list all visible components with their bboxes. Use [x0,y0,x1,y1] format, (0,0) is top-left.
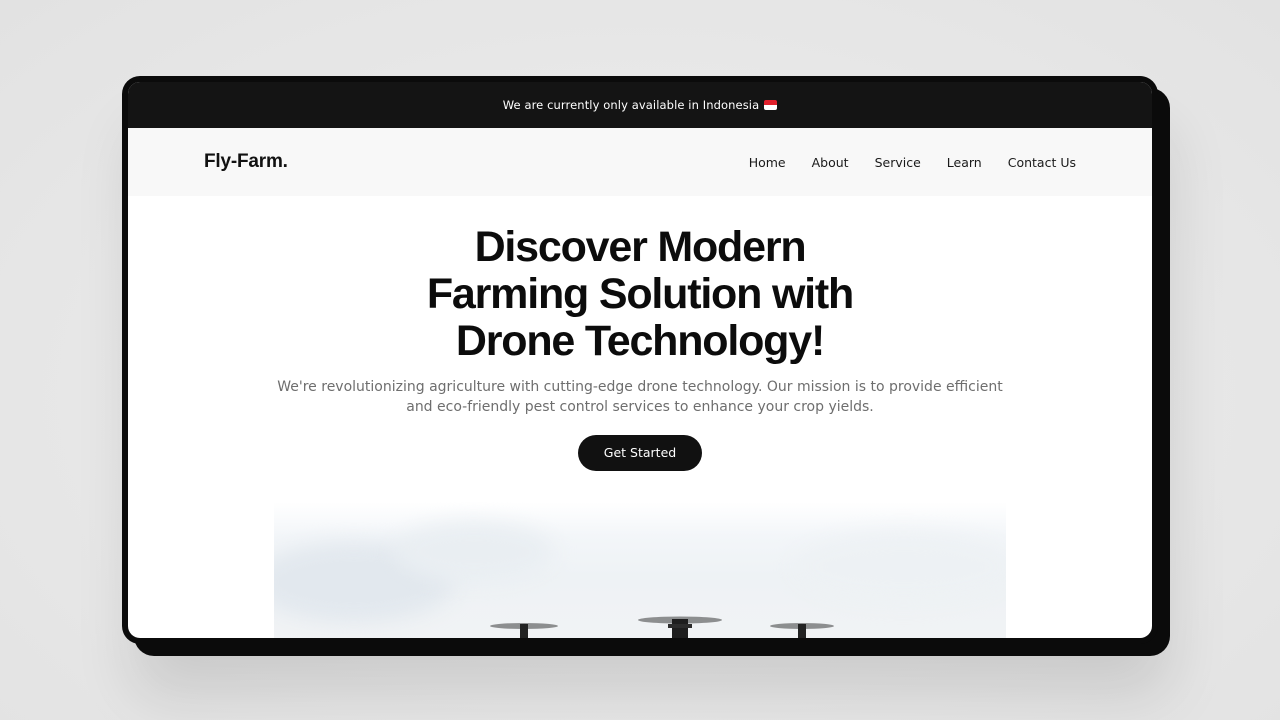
page-backdrop: We are currently only available in Indon… [0,0,1280,720]
get-started-button[interactable]: Get Started [577,435,703,471]
nav-link-home[interactable]: Home [749,155,786,170]
indonesia-flag-icon [764,100,778,110]
cloud-shape [394,522,554,582]
website-screen: We are currently only available in Indon… [128,82,1152,638]
drone-icon [638,616,722,638]
main-nav: Home About Service Learn Contact Us [723,155,1076,170]
nav-link-service[interactable]: Service [875,155,921,170]
drone-icon [770,623,834,638]
cloud-shape [794,532,1006,602]
announcement-bar: We are currently only available in Indon… [128,82,1152,128]
drone-icon [490,623,558,638]
device-frame: We are currently only available in Indon… [122,76,1158,644]
site-logo[interactable]: Fly-Farm. [204,151,288,173]
hero-drone-image [274,502,1006,638]
hero-title-line: Discover Modern [474,223,807,271]
nav-link-learn[interactable]: Learn [947,155,982,170]
hero-description: We're revolutionizing agriculture with c… [277,379,1003,415]
nav-link-about[interactable]: About [812,155,849,170]
nav-link-contact-us[interactable]: Contact Us [1008,155,1076,170]
hero-title: Discover Modern Farming Solution with Dr… [380,224,900,365]
hero-title-line: Drone Technology! [455,317,825,365]
announcement-text: We are currently only available in Indon… [502,98,760,112]
hero-title-line: Farming Solution with [426,270,854,318]
navbar: Fly-Farm. Home About Service Learn Conta… [128,128,1152,196]
hero-section: Discover Modern Farming Solution with Dr… [128,196,1152,471]
